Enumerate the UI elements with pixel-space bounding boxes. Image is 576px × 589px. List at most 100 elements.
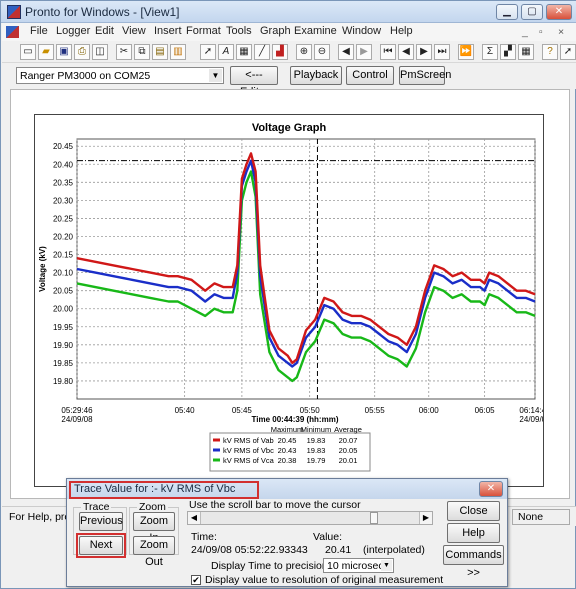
help-icon[interactable]: ? xyxy=(542,44,558,60)
commands-button[interactable]: Commands >> xyxy=(443,545,504,579)
y-tick-label: 20.20 xyxy=(53,233,74,242)
context-help-icon[interactable]: ➚ xyxy=(560,44,576,60)
x-tick-label: 06:05 xyxy=(475,406,496,415)
x-tick-date: 24/09/08 xyxy=(61,415,93,424)
zoom-in-icon[interactable]: ⊕ xyxy=(296,44,312,60)
close-button[interactable]: Close xyxy=(447,501,500,521)
legend-label: kV RMS of Vab xyxy=(223,436,274,445)
pointer-icon[interactable]: ➚ xyxy=(200,44,216,60)
cursor-scrollbar[interactable]: ◀ ▶ xyxy=(187,511,433,525)
scroll-left-icon[interactable]: ◀ xyxy=(188,512,201,524)
zoom-in-button[interactable]: Zoom In xyxy=(133,512,175,544)
open-folder-icon[interactable]: ▰ xyxy=(38,44,54,60)
zoom-out-icon[interactable]: ⊖ xyxy=(314,44,330,60)
document-icon[interactable] xyxy=(6,26,19,38)
zoom-out-button[interactable]: Zoom Out xyxy=(133,536,175,568)
scroll-right-icon[interactable]: ▶ xyxy=(419,512,432,524)
scroll-thumb[interactable] xyxy=(370,512,378,524)
legend-header: Maximum xyxy=(271,425,304,434)
menu-format[interactable]: Format xyxy=(186,25,221,37)
y-tick-label: 19.80 xyxy=(53,377,74,386)
menu-view[interactable]: View xyxy=(122,25,146,37)
x-tick-label: 05:29:46 xyxy=(61,406,93,415)
menu-help[interactable]: Help xyxy=(390,25,413,37)
chevron-down-icon[interactable]: ▼ xyxy=(381,560,392,571)
menu-edit[interactable]: Edit xyxy=(95,25,114,37)
dialog-close-icon[interactable]: ✕ xyxy=(479,481,503,497)
y-tick-label: 20.15 xyxy=(53,251,74,260)
previous-button[interactable]: Previous xyxy=(79,512,123,531)
voltage-graph[interactable]: Voltage Graph 20.45 20.40 20.35 20.30 20.25 20… xyxy=(34,114,544,487)
copy-icon[interactable]: ⧉ xyxy=(134,44,150,60)
save-icon[interactable]: ▣ xyxy=(56,44,72,60)
y-tick-label: 20.35 xyxy=(53,178,74,187)
graph-icon[interactable]: ▟ xyxy=(272,44,288,60)
minimize-button[interactable]: ▁ xyxy=(496,4,518,20)
value-note: (interpolated) xyxy=(363,544,425,556)
menu-logger[interactable]: Logger xyxy=(56,25,90,37)
menu-window[interactable]: Window xyxy=(342,25,381,37)
chevron-down-icon[interactable]: ▼ xyxy=(209,69,222,82)
last-icon[interactable]: ⏭ xyxy=(434,44,450,60)
sum-icon[interactable]: Σ xyxy=(482,44,498,60)
help-button[interactable]: Help xyxy=(447,523,500,543)
edit-button[interactable]: <--- Edit... xyxy=(230,66,278,98)
y-tick-label: 20.30 xyxy=(53,196,74,205)
legend-value: 20.01 xyxy=(339,456,358,465)
first-icon[interactable]: ⏮ xyxy=(380,44,396,60)
chart-icon[interactable]: ▞ xyxy=(500,44,516,60)
resolution-label: Display value to resolution of original … xyxy=(205,574,444,586)
mdi-close-icon[interactable]: × xyxy=(558,26,564,38)
line-tool-icon[interactable]: ╱ xyxy=(254,44,270,60)
x-tick-label: 06:14:45 xyxy=(519,406,543,415)
mdi-minimize-icon[interactable]: _ xyxy=(522,26,528,38)
app-icon xyxy=(7,5,21,19)
menu-tools[interactable]: Tools xyxy=(226,25,252,37)
time-label: Time: xyxy=(191,531,217,543)
print-icon[interactable]: ⎙ xyxy=(74,44,90,60)
previous-icon[interactable]: ◀ xyxy=(398,44,414,60)
x-tick-label: 05:50 xyxy=(300,406,321,415)
y-tick-label: 20.45 xyxy=(53,142,74,151)
device-select[interactable]: Ranger PM3000 on COM25 ▼ xyxy=(16,67,224,84)
control-button[interactable]: Control xyxy=(346,66,394,85)
maximize-button[interactable]: ▢ xyxy=(521,4,543,20)
x-tick-label: 05:45 xyxy=(232,406,253,415)
y-tick-label: 20.00 xyxy=(53,305,74,314)
next-icon[interactable]: ▶ xyxy=(416,44,432,60)
status-indicator: None xyxy=(518,511,544,523)
pmscreen-button[interactable]: PmScreen xyxy=(399,66,451,85)
paste-special-icon[interactable]: ▥ xyxy=(170,44,186,60)
mdi-restore-icon[interactable]: ▫ xyxy=(539,26,543,38)
new-file-icon[interactable]: ▭ xyxy=(20,44,36,60)
title-bar: Pronto for Windows - [View1] ▁ ▢ ✕ xyxy=(1,1,576,23)
resolution-checkbox[interactable]: ✔ xyxy=(191,575,201,585)
device-select-value: Ranger PM3000 on COM25 xyxy=(20,70,151,82)
back-icon[interactable]: ◀ xyxy=(338,44,354,60)
print-preview-icon[interactable]: ◫ xyxy=(92,44,108,60)
menu-examine[interactable]: Examine xyxy=(294,25,337,37)
time-value: 24/09/08 05:52:22.93343 xyxy=(191,544,308,556)
legend-value: 20.05 xyxy=(339,446,358,455)
menu-insert[interactable]: Insert xyxy=(154,25,182,37)
forward-icon[interactable]: ▶ xyxy=(356,44,372,60)
y-tick-label: 19.95 xyxy=(53,323,74,332)
playback-button[interactable]: Playback xyxy=(290,66,342,85)
value-value: 20.41 xyxy=(325,544,352,556)
next-button[interactable]: Next xyxy=(79,536,123,555)
legend-label: kV RMS of Vca xyxy=(223,456,275,465)
paste-icon[interactable]: ▤ xyxy=(152,44,168,60)
calendar-icon[interactable]: ▦ xyxy=(518,44,534,60)
close-window-button[interactable]: ✕ xyxy=(546,4,572,20)
legend-value: 20.38 xyxy=(278,456,297,465)
value-label: Value: xyxy=(313,531,342,543)
table-icon[interactable]: ▦ xyxy=(236,44,252,60)
menu-file[interactable]: File xyxy=(30,25,48,37)
precision-select[interactable]: 10 microsecs ▼ xyxy=(323,558,394,573)
cut-icon[interactable]: ✂ xyxy=(116,44,132,60)
y-tick-label: 20.10 xyxy=(53,269,74,278)
menu-graph[interactable]: Graph xyxy=(260,25,291,37)
text-tool-icon[interactable]: A xyxy=(218,44,234,60)
legend-value: 20.45 xyxy=(278,436,297,445)
fast-forward-icon[interactable]: ⏩ xyxy=(458,44,474,60)
